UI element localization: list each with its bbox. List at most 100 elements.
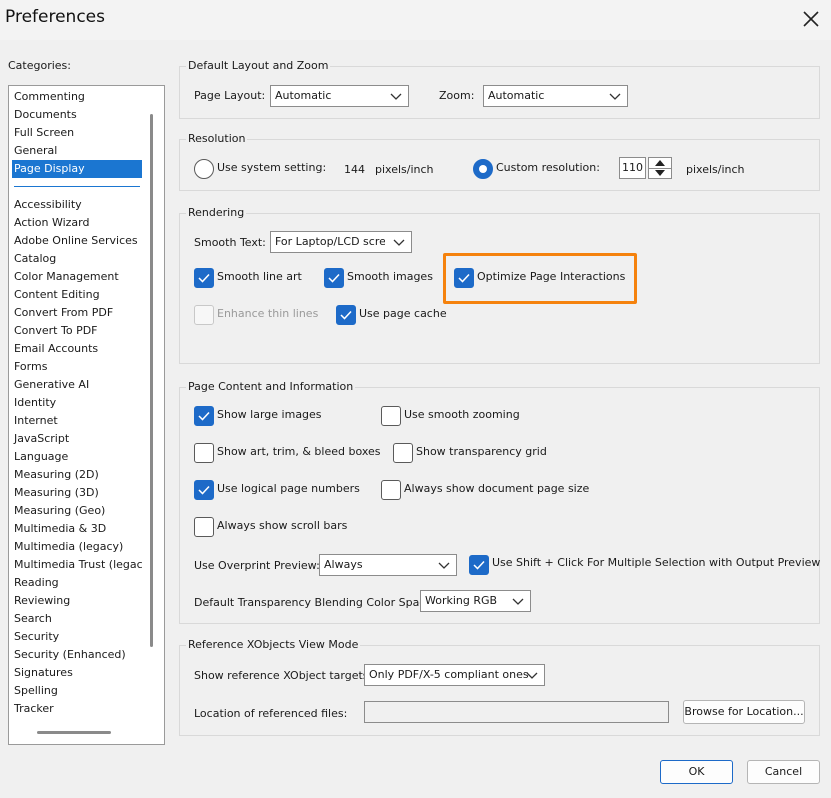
- system-resolution-value: 144: [344, 163, 365, 176]
- smooth-line-art-label: Smooth line art: [217, 270, 302, 283]
- category-item[interactable]: Convert To PDF: [12, 322, 142, 340]
- categories-label: Categories:: [8, 59, 71, 72]
- horizontal-scrollbar[interactable]: [37, 731, 111, 734]
- category-item[interactable]: Email Accounts: [12, 340, 142, 358]
- category-item[interactable]: Catalog: [12, 250, 142, 268]
- system-resolution-unit: pixels/inch: [375, 163, 434, 176]
- page-layout-label: Page Layout:: [194, 89, 266, 102]
- smooth-images-checkbox[interactable]: [324, 268, 344, 288]
- category-item[interactable]: Commenting: [12, 88, 142, 106]
- category-item[interactable]: Internet: [12, 412, 142, 430]
- category-separator: [14, 186, 140, 187]
- category-item[interactable]: Content Editing: [12, 286, 142, 304]
- category-item[interactable]: Measuring (Geo): [12, 502, 142, 520]
- xobjects-title: Reference XObjects View Mode: [186, 638, 361, 651]
- blending-dropdown[interactable]: Working RGB: [420, 590, 531, 612]
- category-item[interactable]: Adobe Online Services: [12, 232, 142, 250]
- category-item[interactable]: Reading: [12, 574, 142, 592]
- show-large-images-checkbox[interactable]: [194, 406, 214, 426]
- close-button[interactable]: [796, 4, 826, 34]
- rendering-title: Rendering: [186, 206, 247, 219]
- system-setting-radio[interactable]: [194, 159, 214, 179]
- category-item[interactable]: Multimedia & 3D: [12, 520, 142, 538]
- category-item-selected[interactable]: Page Display: [12, 160, 142, 178]
- xobject-targets-dropdown[interactable]: Only PDF/X-5 compliant ones: [364, 664, 545, 686]
- enhance-thin-lines-label: Enhance thin lines: [217, 307, 319, 320]
- art-trim-bleed-checkbox[interactable]: [194, 443, 214, 463]
- checkmark-icon: [198, 411, 210, 421]
- category-item[interactable]: Search: [12, 610, 142, 628]
- category-item[interactable]: Measuring (3D): [12, 484, 142, 502]
- category-item[interactable]: Measuring (2D): [12, 466, 142, 484]
- document-page-size-checkbox[interactable]: [381, 480, 401, 500]
- overprint-dropdown[interactable]: Always: [319, 554, 457, 576]
- category-item[interactable]: Security (Enhanced): [12, 646, 142, 664]
- logical-page-numbers-checkbox[interactable]: [194, 480, 214, 500]
- category-item[interactable]: Accessibility: [12, 196, 142, 214]
- page-layout-dropdown[interactable]: Automatic: [270, 85, 409, 107]
- smooth-text-dropdown[interactable]: For Laptop/LCD screens: [270, 231, 412, 253]
- custom-resolution-radio[interactable]: [473, 159, 493, 179]
- system-setting-label: Use system setting:: [217, 161, 327, 174]
- chevron-down-icon: [609, 93, 621, 100]
- category-item[interactable]: Spelling: [12, 682, 142, 700]
- vertical-scrollbar[interactable]: [150, 114, 153, 647]
- category-item[interactable]: Documents: [12, 106, 142, 124]
- checkmark-icon: [473, 560, 485, 570]
- custom-resolution-input[interactable]: 110: [619, 157, 646, 179]
- category-item[interactable]: Forms: [12, 358, 142, 376]
- arrow-down-icon: [655, 170, 665, 176]
- smooth-line-art-checkbox[interactable]: [194, 268, 214, 288]
- category-item[interactable]: Identity: [12, 394, 142, 412]
- zoom-dropdown[interactable]: Automatic: [483, 85, 628, 107]
- category-item[interactable]: Multimedia Trust (legacy): [12, 556, 142, 574]
- xobject-targets-value: Only PDF/X-5 compliant ones: [369, 668, 529, 681]
- art-trim-bleed-label: Show art, trim, & bleed boxes: [217, 445, 381, 458]
- category-item[interactable]: Signatures: [12, 664, 142, 682]
- chevron-down-icon: [393, 239, 405, 246]
- category-item[interactable]: Action Wizard: [12, 214, 142, 232]
- browse-location-button[interactable]: Browse for Location...: [683, 700, 805, 724]
- scroll-bars-checkbox[interactable]: [194, 517, 214, 537]
- checkmark-icon: [198, 273, 210, 283]
- chevron-down-icon: [526, 672, 538, 679]
- category-item[interactable]: Multimedia (legacy): [12, 538, 142, 556]
- category-item[interactable]: Full Screen: [12, 124, 142, 142]
- layout-zoom-title: Default Layout and Zoom: [186, 59, 331, 72]
- category-item[interactable]: Tracker: [12, 700, 142, 718]
- custom-resolution-label: Custom resolution:: [496, 161, 600, 174]
- category-item[interactable]: Security: [12, 628, 142, 646]
- blending-label: Default Transparency Blending Color Spac…: [194, 596, 436, 609]
- categories-list[interactable]: Commenting Documents Full Screen General…: [8, 85, 165, 745]
- window-title: Preferences: [5, 7, 105, 27]
- custom-resolution-stepper[interactable]: [648, 157, 672, 179]
- category-item[interactable]: Reviewing: [12, 592, 142, 610]
- category-item[interactable]: Language: [12, 448, 142, 466]
- arrow-up-icon: [655, 160, 665, 166]
- category-item[interactable]: JavaScript: [12, 430, 142, 448]
- ok-button[interactable]: OK: [660, 760, 733, 784]
- smooth-zooming-checkbox[interactable]: [381, 406, 401, 426]
- category-item[interactable]: General: [12, 142, 142, 160]
- transparency-grid-checkbox[interactable]: [393, 443, 413, 463]
- checkmark-icon: [328, 273, 340, 283]
- scroll-bars-label: Always show scroll bars: [217, 519, 348, 532]
- custom-resolution-unit: pixels/inch: [686, 163, 745, 176]
- cancel-button[interactable]: Cancel: [747, 760, 820, 784]
- show-large-images-label: Show large images: [217, 408, 322, 421]
- shift-click-checkbox[interactable]: [469, 555, 489, 575]
- smooth-images-label: Smooth images: [347, 270, 433, 283]
- chevron-down-icon: [390, 93, 402, 100]
- smooth-zooming-label: Use smooth zooming: [404, 408, 520, 421]
- zoom-value: Automatic: [488, 89, 545, 102]
- chevron-down-icon: [512, 598, 524, 605]
- use-page-cache-checkbox[interactable]: [336, 305, 356, 325]
- enhance-thin-lines-checkbox: [194, 305, 214, 325]
- stepper-down-button[interactable]: [649, 168, 671, 178]
- category-item[interactable]: Convert From PDF: [12, 304, 142, 322]
- category-item[interactable]: Color Management: [12, 268, 142, 286]
- page-content-title: Page Content and Information: [186, 380, 356, 393]
- location-field[interactable]: [364, 701, 669, 723]
- smooth-text-value: For Laptop/LCD screens: [275, 235, 385, 248]
- category-item[interactable]: Generative AI: [12, 376, 142, 394]
